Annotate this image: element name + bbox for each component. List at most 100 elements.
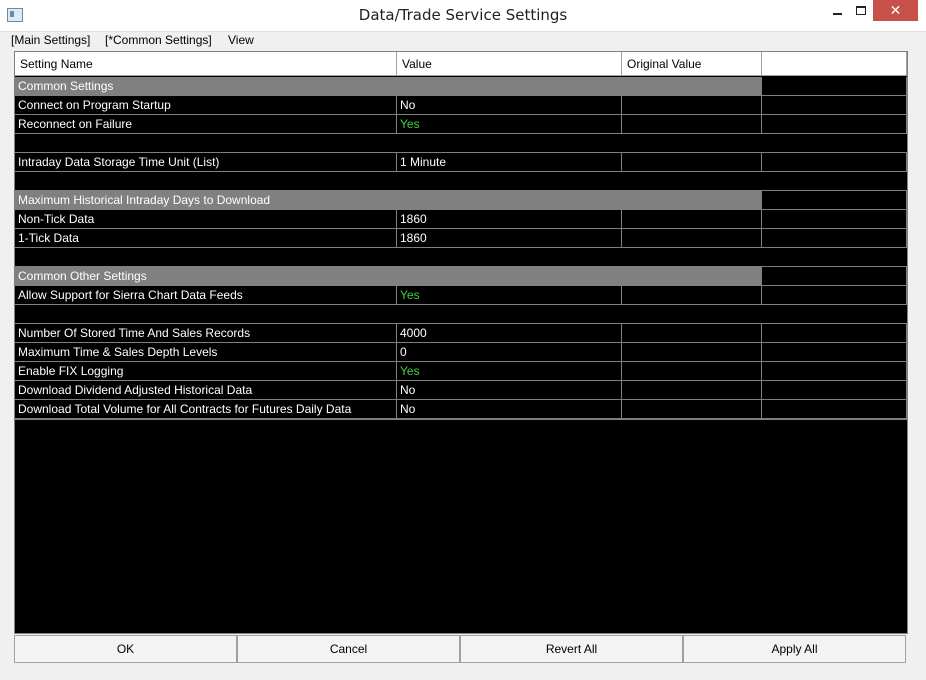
section-extra-cell [762, 77, 907, 96]
setting-value-cell[interactable]: 1 Minute [397, 153, 622, 172]
section-header-label: Common Other Settings [15, 267, 762, 286]
extra-cell [762, 229, 907, 248]
extra-cell [762, 400, 907, 419]
setting-name-cell: Allow Support for Sierra Chart Data Feed… [15, 286, 397, 305]
setting-name-cell: Reconnect on Failure [15, 115, 397, 134]
settings-grid: Setting Name Value Original Value Common… [14, 51, 908, 634]
original-value-cell [622, 400, 762, 419]
setting-name-cell [15, 305, 397, 324]
maximize-button[interactable] [846, 0, 876, 21]
window-title: Data/Trade Service Settings [358, 6, 568, 24]
revert-all-button[interactable]: Revert All [460, 635, 683, 663]
blank-row [15, 172, 907, 191]
setting-row[interactable]: Download Total Volume for All Contracts … [15, 400, 907, 419]
original-value-cell [622, 115, 762, 134]
button-bar: OK Cancel Revert All Apply All [14, 635, 908, 663]
column-header-setting-name[interactable]: Setting Name [15, 52, 397, 76]
blank-row [15, 134, 907, 153]
setting-name-cell: 1-Tick Data [15, 229, 397, 248]
setting-name-cell [15, 134, 397, 153]
setting-value-cell[interactable]: Yes [397, 115, 622, 134]
setting-row[interactable]: Download Dividend Adjusted Historical Da… [15, 381, 907, 400]
extra-cell [762, 362, 907, 381]
setting-name-cell: Non-Tick Data [15, 210, 397, 229]
extra-cell [762, 115, 907, 134]
menu-main-settings[interactable]: [Main Settings] [11, 33, 90, 47]
setting-row[interactable]: 1-Tick Data 1860 [15, 229, 907, 248]
section-extra-cell [762, 191, 907, 210]
setting-row[interactable]: Intraday Data Storage Time Unit (List) 1 … [15, 153, 907, 172]
original-value-cell [622, 248, 762, 267]
setting-name-cell: Download Dividend Adjusted Historical Da… [15, 381, 397, 400]
setting-row[interactable]: Reconnect on Failure Yes [15, 115, 907, 134]
section-header-label: Common Settings [15, 77, 762, 96]
extra-cell [762, 210, 907, 229]
minimize-icon [832, 12, 842, 15]
original-value-cell [622, 324, 762, 343]
setting-value-cell [397, 248, 622, 267]
setting-row[interactable]: Number Of Stored Time And Sales Records 4… [15, 324, 907, 343]
cancel-button[interactable]: Cancel [237, 635, 460, 663]
original-value-cell [622, 229, 762, 248]
setting-name-cell: Connect on Program Startup [15, 96, 397, 115]
section-row: Maximum Historical Intraday Days to Down… [15, 191, 907, 210]
setting-row[interactable]: Allow Support for Sierra Chart Data Feed… [15, 286, 907, 305]
setting-value-cell[interactable]: Yes [397, 362, 622, 381]
setting-value-cell[interactable]: No [397, 96, 622, 115]
setting-value-cell[interactable]: No [397, 381, 622, 400]
original-value-cell [622, 153, 762, 172]
setting-value-cell[interactable]: 4000 [397, 324, 622, 343]
menu-view[interactable]: View [228, 33, 254, 47]
maximize-icon [856, 6, 866, 15]
setting-name-cell: Intraday Data Storage Time Unit (List) [15, 153, 397, 172]
menu-common-settings[interactable]: [*Common Settings] [105, 33, 212, 47]
setting-row[interactable]: Non-Tick Data 1860 [15, 210, 907, 229]
extra-cell [762, 248, 907, 267]
column-header-extra [762, 52, 907, 76]
setting-value-cell[interactable]: 0 [397, 343, 622, 362]
column-header-value[interactable]: Value [397, 52, 622, 76]
setting-value-cell[interactable]: 1860 [397, 229, 622, 248]
ok-button[interactable]: OK [14, 635, 237, 663]
original-value-cell [622, 286, 762, 305]
setting-name-cell [15, 172, 397, 191]
apply-all-button[interactable]: Apply All [683, 635, 906, 663]
setting-name-cell: Number Of Stored Time And Sales Records [15, 324, 397, 343]
menu-bar: [Main Settings] [*Common Settings] View [0, 32, 926, 50]
original-value-cell [622, 305, 762, 324]
extra-cell [762, 153, 907, 172]
extra-cell [762, 286, 907, 305]
original-value-cell [622, 381, 762, 400]
section-header-label: Maximum Historical Intraday Days to Down… [15, 191, 762, 210]
grid-bottom-line [15, 419, 907, 420]
original-value-cell [622, 134, 762, 153]
setting-row[interactable]: Maximum Time & Sales Depth Levels 0 [15, 343, 907, 362]
setting-value-cell[interactable]: No [397, 400, 622, 419]
original-value-cell [622, 172, 762, 191]
setting-value-cell[interactable]: 1860 [397, 210, 622, 229]
section-row: Common Other Settings [15, 267, 907, 286]
setting-row[interactable]: Enable FIX Logging Yes [15, 362, 907, 381]
setting-name-cell: Enable FIX Logging [15, 362, 397, 381]
setting-value-cell [397, 305, 622, 324]
setting-name-cell [15, 248, 397, 267]
setting-value-cell [397, 134, 622, 153]
original-value-cell [622, 343, 762, 362]
setting-name-cell: Maximum Time & Sales Depth Levels [15, 343, 397, 362]
setting-name-cell: Download Total Volume for All Contracts … [15, 400, 397, 419]
extra-cell [762, 134, 907, 153]
column-header-original-value[interactable]: Original Value [622, 52, 762, 76]
extra-cell [762, 381, 907, 400]
extra-cell [762, 324, 907, 343]
setting-value-cell[interactable]: Yes [397, 286, 622, 305]
section-extra-cell [762, 267, 907, 286]
section-row: Common Settings [15, 77, 907, 96]
setting-value-cell [397, 172, 622, 191]
close-icon: ✕ [889, 2, 902, 19]
original-value-cell [622, 210, 762, 229]
close-button[interactable]: ✕ [873, 0, 918, 21]
extra-cell [762, 96, 907, 115]
setting-row[interactable]: Connect on Program Startup No [15, 96, 907, 115]
extra-cell [762, 305, 907, 324]
grid-header: Setting Name Value Original Value [15, 52, 907, 76]
